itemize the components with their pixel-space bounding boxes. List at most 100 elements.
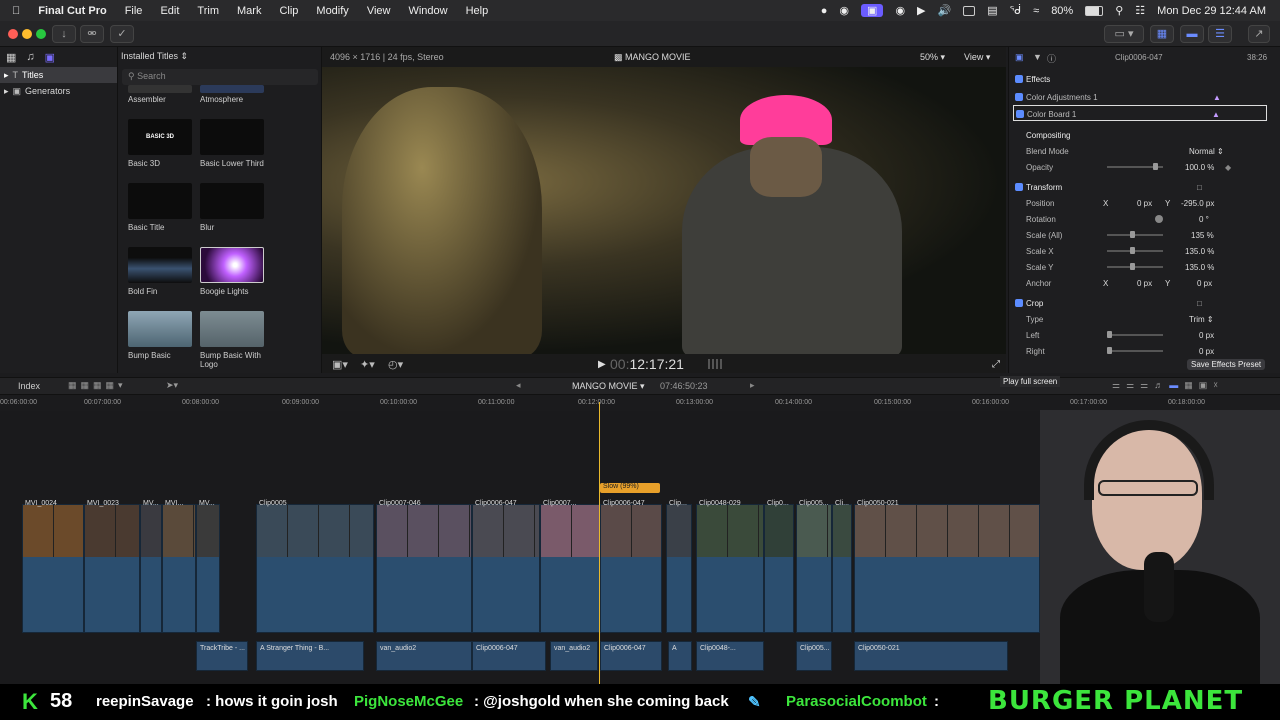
retime-bar[interactable]: Slow (99%) (600, 483, 660, 493)
menu-help[interactable]: Help (457, 5, 498, 17)
crop-onscreen-icon[interactable]: □ (1197, 299, 1202, 308)
scale-y-value[interactable]: 135.0 % (1185, 263, 1214, 272)
position-x-value[interactable]: 0 px (1137, 199, 1152, 208)
crop-right-slider[interactable] (1107, 350, 1163, 352)
title-thumb-assembler[interactable] (128, 85, 192, 93)
status-icon[interactable]: ● (821, 5, 828, 17)
audio-clip[interactable]: van_audio2 (376, 641, 472, 671)
installed-titles-dropdown[interactable]: Installed Titles ⇕ (121, 51, 188, 62)
crop-left-slider[interactable] (1107, 334, 1163, 336)
inspector-toggle-button[interactable]: ☰ (1208, 25, 1232, 43)
audio-clip[interactable]: TrackTribe - ... (196, 641, 248, 671)
anchor-y-value[interactable]: 0 px (1197, 279, 1212, 288)
minimize-window-icon[interactable] (22, 29, 32, 39)
effect-color-board[interactable]: Color Board 1 (1027, 110, 1076, 119)
scale-all-knob[interactable] (1130, 231, 1136, 238)
opacity-knob[interactable] (1152, 163, 1158, 170)
crop-left-knob[interactable] (1107, 331, 1112, 338)
share-button[interactable]: ↗ (1248, 25, 1270, 43)
timeline-clip[interactable] (256, 504, 374, 633)
title-thumb-basic-3d[interactable]: BASIC 3D (128, 119, 192, 155)
titles-generators-icon[interactable]: ▣ (45, 51, 55, 64)
scale-x-knob[interactable] (1130, 247, 1136, 254)
keyframe-icon[interactable]: ◆ (1225, 163, 1231, 172)
audio-clip[interactable]: Clip0006-047 (600, 641, 662, 671)
video-inspector-icon[interactable]: ▣ (1015, 52, 1024, 63)
enhance-tool-icon[interactable]: ✦▾ (360, 358, 375, 371)
timeline-clip[interactable] (832, 504, 852, 633)
position-y-value[interactable]: -295.0 px (1181, 199, 1214, 208)
workspace-button[interactable]: ▭ ▾ (1104, 25, 1144, 43)
timeline-clip[interactable] (666, 504, 692, 633)
filter-inspector-icon[interactable]: ▼ (1033, 52, 1042, 62)
rotation-value[interactable]: 0 ° (1199, 215, 1209, 224)
status-icon[interactable]: ◉ (895, 4, 905, 17)
music-icon[interactable]: ♫ (26, 51, 34, 63)
timeline-clip[interactable] (796, 504, 832, 633)
title-thumb-bump-basic[interactable] (128, 311, 192, 347)
disclosure-icon[interactable]: ▸ (4, 86, 9, 97)
crop-checkbox[interactable] (1015, 299, 1023, 307)
menu-window[interactable]: Window (399, 5, 456, 17)
anchor-x-value[interactable]: 0 px (1137, 279, 1152, 288)
menu-clip[interactable]: Clip (270, 5, 307, 17)
audio-clip[interactable]: Clip0006-047 (472, 641, 546, 671)
crop-right-knob[interactable] (1107, 347, 1112, 354)
back-arrow-icon[interactable]: ◂ (516, 380, 521, 391)
status-icon[interactable]: ◉ (839, 4, 849, 17)
effect-checkbox[interactable] (1015, 93, 1023, 101)
background-tasks-button[interactable]: ✓ (110, 25, 134, 43)
sidebar-item-generators[interactable]: ▸ ▣ Generators (0, 83, 117, 99)
close-window-icon[interactable] (8, 29, 18, 39)
title-thumb-boogie-lights[interactable] (200, 247, 264, 283)
audio-clip[interactable]: A (668, 641, 692, 671)
menu-mark[interactable]: Mark (228, 5, 270, 17)
zoom-window-icon[interactable] (36, 29, 46, 39)
title-thumb-atmosphere[interactable] (200, 85, 264, 93)
timeline-clip[interactable] (540, 504, 600, 633)
color-icon[interactable]: ▲ (1213, 93, 1221, 102)
title-thumb-bump-basic-logo[interactable] (200, 311, 264, 347)
save-effects-preset-button[interactable]: Save Effects Preset (1187, 359, 1266, 370)
menu-trim[interactable]: Trim (188, 5, 228, 17)
title-thumb-basic-title[interactable] (128, 183, 192, 219)
effect-checkbox[interactable] (1016, 110, 1024, 118)
blend-mode-dropdown[interactable]: Normal ⇕ (1189, 147, 1224, 156)
apple-menu-icon[interactable]:  (0, 5, 29, 17)
timecode-display[interactable]: 00:12:17:21 (610, 356, 684, 372)
timeline-clip[interactable] (196, 504, 220, 633)
timeline-clip[interactable] (696, 504, 764, 633)
video-frame[interactable] (322, 67, 1006, 354)
audio-clip[interactable]: Clip005... (796, 641, 832, 671)
wifi-icon[interactable]: ≈ (1033, 5, 1039, 17)
timeline-project-dropdown[interactable]: MANGO MOVIE ▾ (572, 381, 645, 392)
title-thumb-basic-lower-third[interactable] (200, 119, 264, 155)
battery-icon[interactable] (1085, 5, 1104, 16)
timeline-clip[interactable] (140, 504, 162, 633)
crop-type-dropdown[interactable]: Trim ⇕ (1189, 315, 1214, 324)
timeline-toggle-button[interactable]: ▬ (1180, 25, 1204, 43)
timeline-clip[interactable] (854, 504, 1040, 633)
timeline-ruler[interactable]: 00:06:00:00 00:07:00:00 00:08:00:00 00:09:0… (0, 395, 1220, 411)
play-icon[interactable]: ▶ (917, 4, 925, 17)
crop-left-value[interactable]: 0 px (1199, 331, 1214, 340)
timeline-view-buttons[interactable]: ⚌⚌⚌♬▬▦▣☓ (1112, 380, 1224, 391)
screen-record-icon[interactable]: ▣ (861, 4, 884, 17)
timeline-clip[interactable] (472, 504, 540, 633)
timeline-clip[interactable] (162, 504, 196, 633)
effect-color-adjustments[interactable]: Color Adjustments 1 (1026, 93, 1098, 102)
rotation-dial[interactable] (1155, 215, 1163, 223)
timeline-clip[interactable] (764, 504, 794, 633)
spotlight-icon[interactable]: ⚲ (1115, 4, 1123, 17)
scale-all-value[interactable]: 135 % (1191, 231, 1214, 240)
menu-file[interactable]: File (116, 5, 152, 17)
clock[interactable]: Mon Dec 29 12:44 AM (1157, 5, 1266, 17)
select-tool-icon[interactable]: ➤▾ (166, 380, 178, 391)
transform-tool-icon[interactable]: ▣▾ (332, 358, 348, 371)
photos-icon[interactable]: ▦ (6, 51, 16, 64)
scale-y-knob[interactable] (1130, 263, 1136, 270)
app-menu[interactable]: Final Cut Pro (29, 5, 115, 17)
display-icon[interactable] (963, 5, 976, 16)
info-inspector-icon[interactable]: ⓘ (1047, 52, 1056, 65)
timeline-clip[interactable] (600, 504, 662, 633)
